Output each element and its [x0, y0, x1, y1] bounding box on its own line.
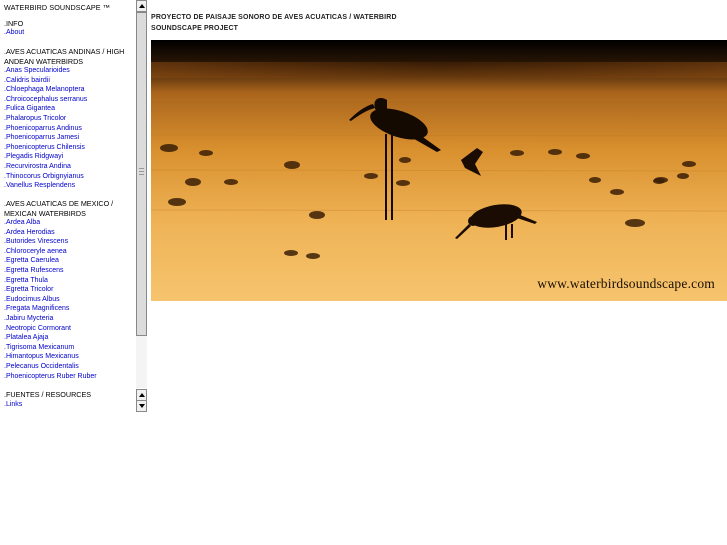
- hero-image-waterbirds: www.waterbirdsoundscape.com: [151, 40, 727, 301]
- nav-link-andean-bird[interactable]: .Chloephaga Melanoptera: [4, 85, 85, 95]
- nav-link-andean-bird[interactable]: .Thinocorus Orbignyianus: [4, 172, 84, 182]
- nav-link-andean-bird[interactable]: .Phoenicoparrus Andinus: [4, 124, 82, 134]
- nav-link-mexican-bird[interactable]: .Fregata Magnificens: [4, 304, 69, 314]
- scroll-down-arrow-icon: [138, 404, 145, 408]
- nav-link-mexican-bird[interactable]: .Platalea Ajaja: [4, 333, 48, 343]
- nav-link-mexican-bird[interactable]: .Neotropic Cormorant: [4, 324, 71, 334]
- nav-link-mexican-bird[interactable]: .Egretta Caerulea: [4, 256, 59, 266]
- nav-link-mexican-bird[interactable]: .Egretta Tricolor: [4, 285, 53, 295]
- nav-link-andean-bird[interactable]: .Anas Specularioides: [4, 66, 70, 76]
- nav-link-andean-bird[interactable]: .Fulica Gigantea: [4, 104, 55, 114]
- nav-link-mexican-bird[interactable]: .Jabiru Mycteria: [4, 314, 53, 324]
- nav-link-andean-bird[interactable]: .Recurvirostra Andina: [4, 162, 71, 172]
- section-heading-andean: .AVES ACUATICAS ANDINAS / HIGH ANDEAN WA…: [4, 47, 125, 66]
- sidebar-scrollbar[interactable]: [136, 0, 147, 412]
- nav-link-mexican-bird[interactable]: .Ardea Herodias: [4, 228, 55, 238]
- nav-link-andean-bird[interactable]: .Plegadis Ridgwayi: [4, 152, 63, 162]
- nav-link-andean-bird[interactable]: .Phoenicoparrus Jamesi: [4, 133, 79, 143]
- scroll-thumb[interactable]: [136, 12, 147, 336]
- scroll-up-arrow-icon: [138, 4, 145, 8]
- section-heading-mexico: .AVES ACUATICAS DE MEXICO / MEXICAN WATE…: [4, 199, 114, 218]
- nav-link-andean-bird[interactable]: .Phalaropus Tricolor: [4, 114, 66, 124]
- nav-link-mexican-bird[interactable]: .Pelecanus Occidentalis: [4, 362, 79, 372]
- nav-link-mexican-bird[interactable]: .Chloroceryle aenea: [4, 247, 67, 257]
- nav-link-mexican-bird[interactable]: .Himantopus Mexicanus: [4, 352, 79, 362]
- site-title: WATERBIRD SOUNDSCAPE ™: [4, 3, 111, 12]
- nav-link-mexican-bird[interactable]: .Tigrisoma Mexicanum: [4, 343, 74, 353]
- scroll-grip-icon: [139, 168, 144, 176]
- nav-link-mexican-bird[interactable]: .Butorides Virescens: [4, 237, 68, 247]
- nav-link-andean-bird[interactable]: .Phoenicopterus Chilensis: [4, 143, 85, 153]
- nav-link-links[interactable]: .Links: [4, 400, 22, 410]
- project-title: PROYECTO DE PAISAJE SONORO DE AVES ACUAT…: [151, 14, 397, 32]
- section-heading-resources: .FUENTES / RESOURCES: [4, 390, 92, 399]
- hero-photo-silhouettes: [151, 40, 727, 301]
- nav-link-mexican-bird[interactable]: .Ardea Alba: [4, 218, 40, 228]
- scroll-down-button[interactable]: [136, 400, 147, 412]
- scroll-up-arrow-icon: [138, 393, 145, 397]
- nav-link-mexican-bird[interactable]: .Egretta Thula: [4, 276, 48, 286]
- nav-link-andean-bird[interactable]: .Vanellus Resplendens: [4, 181, 75, 191]
- nav-link-andean-bird[interactable]: .Chroicocephalus serranus: [4, 95, 87, 105]
- scroll-up-button[interactable]: [136, 0, 147, 12]
- nav-link-andean-bird[interactable]: .Calidris bairdii: [4, 76, 50, 86]
- nav-link-mexican-bird[interactable]: .Phoenicopterus Ruber Ruber: [4, 372, 97, 382]
- sidebar-frame: WATERBIRD SOUNDSCAPE ™ .INFO .About .AVE…: [0, 0, 137, 412]
- nav-link-about[interactable]: .About: [4, 28, 24, 38]
- hero-watermark-text: www.waterbirdsoundscape.com: [537, 276, 715, 291]
- nav-link-mexican-bird[interactable]: .Eudocimus Albus: [4, 295, 60, 305]
- nav-link-mexican-bird[interactable]: .Egretta Rufescens: [4, 266, 64, 276]
